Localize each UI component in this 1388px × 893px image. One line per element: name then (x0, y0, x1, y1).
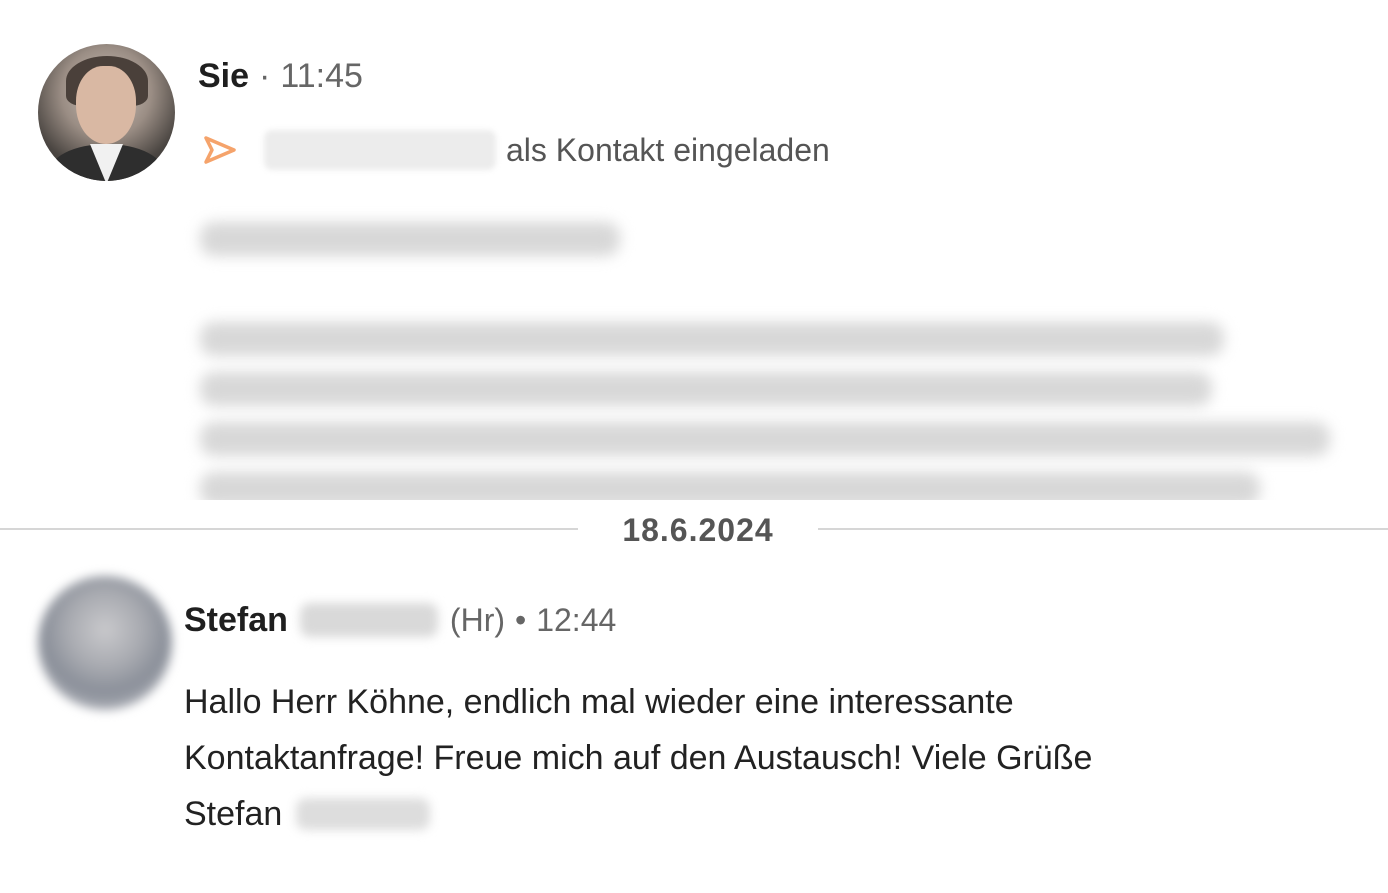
redacted-last-name (299, 603, 438, 637)
sender-name[interactable]: Sie (198, 57, 249, 95)
redacted-contact-name (264, 130, 496, 170)
header-separator: · (259, 57, 271, 95)
divider-line-left (0, 528, 578, 530)
message-line-text: Hallo Herr Köhne, endlich mal wieder ein… (184, 683, 1014, 721)
message-body-stefan: Hallo Herr Köhne, endlich mal wieder ein… (184, 674, 1344, 842)
message-header: Sie · 11:45 (198, 56, 363, 96)
divider-line-right (818, 528, 1388, 530)
redacted-message-body (200, 222, 1340, 500)
sender-suffix: (Hr) (449, 602, 505, 638)
redacted-line (200, 372, 1212, 406)
message-line-text: Kontaktanfrage! Freue mich auf den Austa… (184, 739, 1093, 777)
message-line: Hallo Herr Köhne, endlich mal wieder ein… (184, 674, 1344, 730)
avatar-face (76, 66, 136, 144)
send-icon (204, 136, 236, 164)
redacted-line (200, 322, 1224, 356)
message-line: Kontaktanfrage! Freue mich auf den Austa… (184, 730, 1344, 786)
message-time: 12:44 (536, 602, 617, 638)
sender-name[interactable]: Stefan (184, 598, 288, 642)
date-divider: 18.6.2024 (0, 508, 1388, 552)
message-header-stefan: Stefan (Hr) • 12:44 (184, 598, 616, 642)
avatar-sie[interactable] (38, 44, 175, 181)
message-time: 11:45 (280, 57, 363, 95)
message-sie: Sie · 11:45 als Kontakt eingeladen (0, 0, 1388, 500)
redacted-line (200, 222, 620, 256)
header-bullet: • (515, 602, 527, 638)
divider-date: 18.6.2024 (622, 512, 774, 548)
invite-status: als Kontakt eingeladen (200, 128, 830, 172)
avatar-stefan[interactable] (38, 576, 172, 710)
redacted-line (200, 472, 1260, 500)
message-line: Stefan (184, 786, 1344, 842)
redacted-line (200, 422, 1330, 456)
invite-text: als Kontakt eingeladen (506, 131, 830, 168)
message-line-text: Stefan (184, 795, 283, 833)
redacted-signature (296, 798, 431, 830)
